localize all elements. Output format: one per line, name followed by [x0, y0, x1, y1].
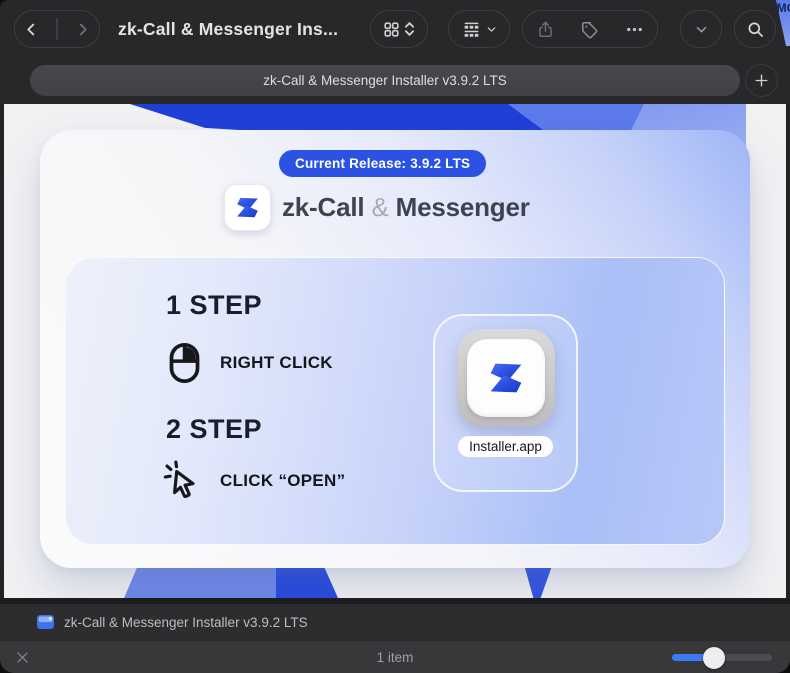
installer-app-target[interactable]: Installer.app	[433, 314, 578, 492]
mouse-right-click-icon	[169, 342, 200, 384]
collapse-toolbar-button[interactable]	[680, 10, 722, 48]
background-shape-bottom-2	[276, 566, 338, 598]
installer-card: Current Release: 3.9.2 LTS zk-Call & Mes…	[40, 130, 750, 568]
step-1-instruction: RIGHT CLICK	[220, 353, 333, 373]
back-button[interactable]	[23, 21, 40, 38]
step-1-title: 1 STEP	[166, 290, 262, 321]
finder-window: zk-Call & Messenger Ins...	[0, 0, 790, 673]
new-tab-button[interactable]	[745, 64, 778, 97]
plus-icon	[753, 72, 770, 89]
volume-disk-icon	[36, 614, 55, 630]
more-options-button[interactable]	[624, 19, 645, 40]
installer-app-icon-inner	[467, 339, 545, 417]
group-by-button[interactable]	[448, 10, 510, 48]
chevron-up-down-icon	[404, 20, 415, 38]
zk-logo-glyph	[232, 192, 263, 223]
app-logo	[224, 184, 271, 231]
search-button[interactable]	[734, 10, 776, 48]
status-footer: 1 item	[0, 640, 790, 673]
window-title: zk-Call & Messenger Ins...	[118, 0, 338, 58]
view-options-button[interactable]	[370, 10, 428, 48]
chevron-down-icon	[694, 22, 709, 37]
actions-pill	[522, 10, 658, 48]
step-2-title: 2 STEP	[166, 414, 262, 445]
group-items-icon	[462, 20, 481, 39]
brand-name-left: zk-Call	[282, 192, 364, 222]
background-shape-bottom-3	[522, 566, 552, 598]
divider	[56, 18, 58, 40]
screen: MO zk-Call & Messenger Ins...	[0, 0, 790, 673]
brand-title: zk-Call & Messenger	[282, 192, 530, 223]
instructions-panel: 1 STEP RIGHT CLICK 2 STEP	[65, 257, 725, 545]
brand-header: zk-Call & Messenger	[224, 184, 530, 231]
dmg-content-area: Current Release: 3.9.2 LTS zk-Call & Mes…	[4, 104, 786, 598]
cursor-click-icon	[162, 460, 204, 502]
background-shape-bottom-1	[124, 566, 276, 598]
installer-app-label: Installer.app	[458, 436, 553, 457]
finder-tab[interactable]: zk-Call & Messenger Installer v3.9.2 LTS	[30, 65, 740, 96]
path-bar-item[interactable]: zk-Call & Messenger Installer v3.9.2 LTS	[64, 615, 308, 630]
toolbar: zk-Call & Messenger Ins...	[0, 0, 790, 58]
step-2-row: CLICK “OPEN”	[162, 460, 345, 502]
search-icon	[746, 20, 765, 39]
step-1-row: RIGHT CLICK	[169, 342, 333, 384]
icon-size-slider[interactable]	[672, 654, 772, 661]
brand-ampersand: &	[371, 192, 388, 222]
release-badge: Current Release: 3.9.2 LTS	[279, 150, 486, 177]
grid-view-icon	[383, 21, 400, 38]
step-2-instruction: CLICK “OPEN”	[220, 471, 345, 491]
tag-button[interactable]	[580, 20, 599, 39]
forward-button[interactable]	[74, 21, 91, 38]
installer-app-icon[interactable]	[457, 329, 555, 427]
tab-title: zk-Call & Messenger Installer v3.9.2 LTS	[263, 73, 507, 88]
zk-logo-glyph	[483, 355, 529, 401]
chevron-down-icon	[486, 24, 497, 35]
navigation-pill	[14, 10, 100, 48]
brand-name-right: Messenger	[396, 192, 530, 222]
share-button[interactable]	[536, 20, 555, 39]
slider-knob[interactable]	[703, 647, 725, 669]
tab-bar: zk-Call & Messenger Installer v3.9.2 LTS	[0, 58, 790, 104]
path-bar: zk-Call & Messenger Installer v3.9.2 LTS	[0, 604, 790, 640]
